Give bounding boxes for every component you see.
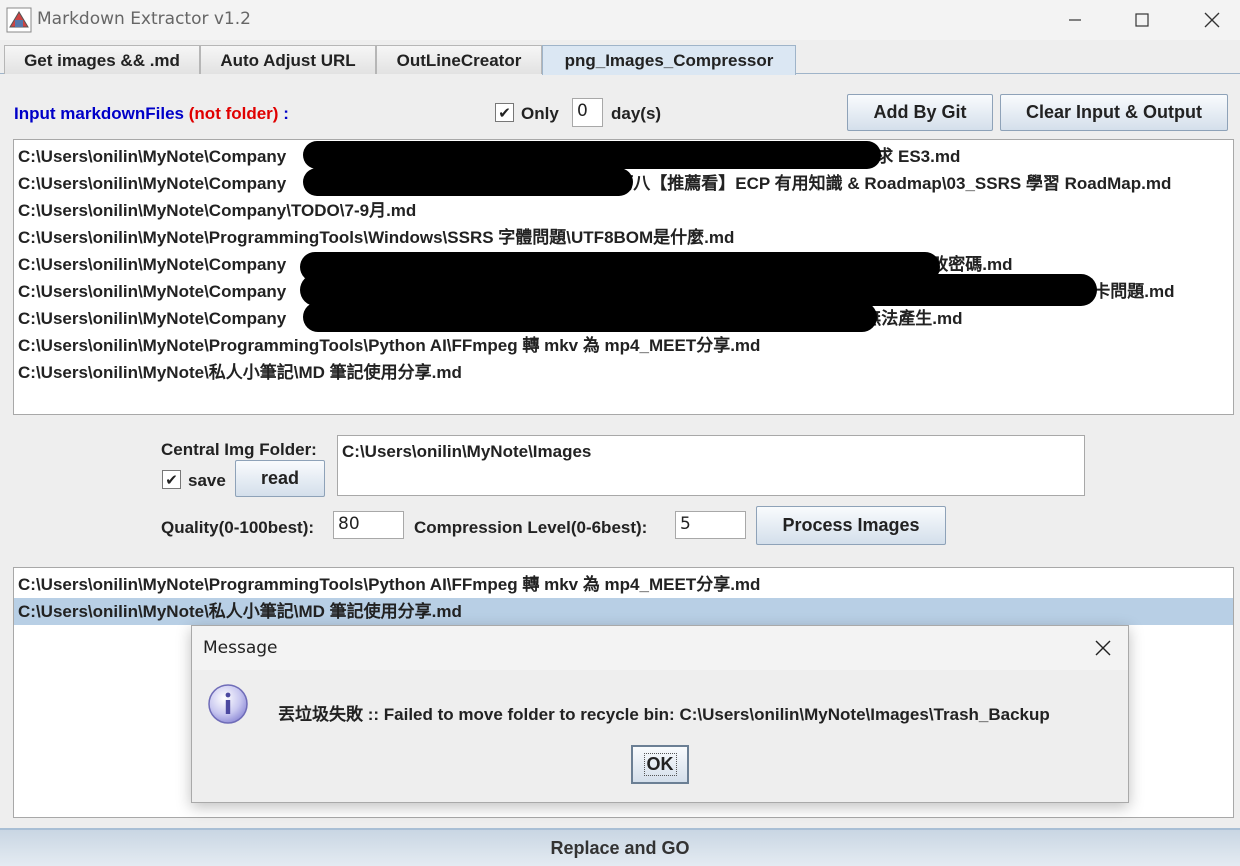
list-item[interactable]: C:\Users\onilin\MyNote\ProgrammingTools\…: [14, 224, 1233, 251]
tab-png-images-compressor[interactable]: png_Images_Compressor: [542, 45, 796, 75]
save-checkbox[interactable]: ✔: [162, 470, 181, 489]
app-icon: [6, 7, 32, 33]
add-by-git-button[interactable]: Add By Git: [847, 94, 993, 131]
title-bar: Markdown Extractor v1.2: [0, 0, 1240, 40]
file-path: C:\Users\onilin\MyNote\Company: [18, 147, 287, 166]
maximize-button[interactable]: [1107, 0, 1177, 40]
file-path: C:\Users\onilin\MyNote\ProgrammingTools\…: [18, 336, 761, 355]
redaction-mark: [303, 168, 633, 196]
ok-label: OK: [643, 753, 677, 776]
file-path: C:\Users\onilin\MyNote\Company: [18, 174, 287, 193]
redaction-mark: [303, 141, 881, 169]
dialog-title: Message: [203, 638, 278, 658]
file-path: C:\Users\onilin\MyNote\Company: [18, 255, 287, 274]
file-path: C:\Users\onilin\MyNote\Company: [18, 282, 287, 301]
replace-and-go-button[interactable]: Replace and GO: [0, 828, 1240, 866]
maximize-icon: [1135, 13, 1149, 27]
minimize-icon: [1069, 19, 1081, 21]
list-item-selected[interactable]: C:\Users\onilin\MyNote\私人小筆記\MD 筆記使用分享.m…: [14, 598, 1233, 625]
file-path: C:\Users\onilin\MyNote\Company: [18, 309, 287, 328]
close-icon: [1204, 12, 1220, 28]
close-window-button[interactable]: [1177, 0, 1240, 40]
input-files-label-text: Input markdownFiles: [14, 104, 185, 123]
close-icon: [1095, 640, 1111, 656]
days-input[interactable]: 0: [572, 98, 603, 127]
central-img-folder-label: Central Img Folder:: [161, 440, 317, 459]
tab-auto-adjust-url[interactable]: Auto Adjust URL: [200, 45, 376, 74]
days-label: day(s): [611, 104, 662, 123]
only-checkbox[interactable]: ✔: [495, 103, 514, 122]
central-img-folder-field[interactable]: C:\Users\onilin\MyNote\Images: [337, 435, 1085, 496]
read-button[interactable]: read: [235, 460, 325, 497]
input-files-label: Input markdownFiles (not folder) :: [14, 104, 289, 124]
only-label: Only: [521, 104, 559, 123]
message-dialog: Message 丟垃圾失敗 :: Failed to move folder t…: [191, 625, 1129, 803]
minimize-button[interactable]: [1040, 0, 1110, 40]
dialog-message: 丟垃圾失敗 :: Failed to move folder to recycl…: [278, 705, 1050, 724]
file-path-suffix: 求 ES3.md: [876, 147, 961, 166]
info-icon: [208, 684, 248, 724]
tab-bar: Get images && .md Auto Adjust URL OutLin…: [0, 40, 1240, 75]
tab-outline-creator[interactable]: OutLineCreator: [376, 45, 542, 74]
file-path: C:\Users\onilin\MyNote\ProgrammingTools\…: [18, 228, 735, 247]
dialog-title-bar: Message: [192, 626, 1128, 670]
tab-get-images[interactable]: Get images && .md: [4, 45, 200, 74]
checkmark-icon: ✔: [165, 470, 178, 489]
quality-label: Quality(0-100best):: [161, 518, 315, 537]
redaction-mark: [303, 302, 877, 332]
list-item[interactable]: C:\Users\onilin\MyNote\私人小筆記\MD 筆記使用分享.m…: [14, 359, 1233, 386]
list-item[interactable]: C:\Users\onilin\MyNote\ProgrammingTools\…: [14, 332, 1233, 359]
file-path: C:\Users\onilin\MyNote\私人小筆記\MD 筆記使用分享.m…: [18, 363, 462, 382]
list-item[interactable]: C:\Users\onilin\MyNote\Company\TODO\7-9月…: [14, 197, 1233, 224]
list-item[interactable]: C:\Users\onilin\MyNote\ProgrammingTools\…: [14, 571, 1233, 598]
dialog-close-button[interactable]: [1088, 634, 1118, 662]
process-images-button[interactable]: Process Images: [756, 506, 946, 545]
window-title: Markdown Extractor v1.2: [37, 9, 251, 29]
file-path-suffix: 巧八【推薦看】ECP 有用知識 & Roadmap\03_SSRS 學習 Roa…: [616, 174, 1172, 193]
input-files-label-colon: :: [283, 104, 289, 123]
not-folder-note: (not folder): [188, 104, 279, 123]
save-label: save: [188, 471, 226, 490]
file-path-suffix: 無法產生.md: [864, 309, 963, 328]
compression-level-label: Compression Level(0-6best):: [414, 518, 648, 537]
checkmark-icon: ✔: [498, 103, 511, 122]
ok-button[interactable]: OK: [631, 745, 689, 784]
quality-input[interactable]: 80: [333, 511, 404, 539]
compression-level-input[interactable]: 5: [675, 511, 746, 539]
clear-input-output-button[interactable]: Clear Input & Output: [1000, 94, 1228, 131]
file-path: C:\Users\onilin\MyNote\Company\TODO\7-9月…: [18, 201, 417, 220]
